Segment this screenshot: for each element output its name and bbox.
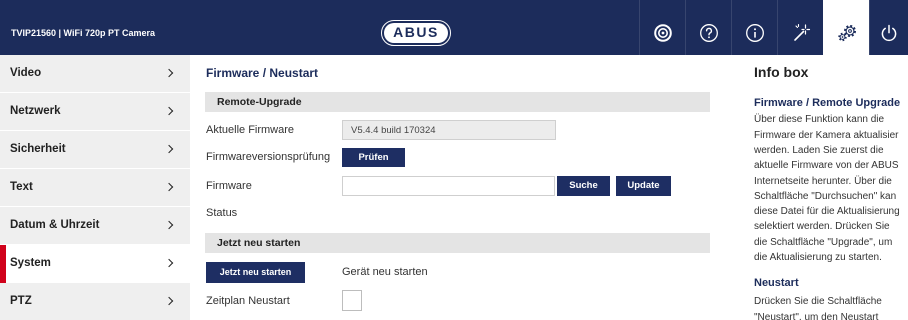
info-text-line: Firmware der Kamera aktualisier: [754, 129, 899, 141]
active-indicator: [0, 245, 6, 283]
settings-button[interactable]: [823, 0, 869, 55]
chevron-right-icon: [164, 144, 174, 154]
info-text-line: selektiert werden. Drücken Sie: [754, 221, 890, 233]
section-title: Remote-Upgrade: [217, 96, 302, 108]
restart-description: Gerät neu starten: [342, 266, 428, 278]
chevron-right-icon: [164, 182, 174, 192]
settings-gears-icon: [837, 25, 856, 42]
info-button[interactable]: [731, 0, 777, 55]
chevron-right-icon: [164, 106, 174, 116]
wizard-button[interactable]: [777, 0, 823, 55]
top-bar: TVIP21560 | WiFi 720p PT Camera ABUS: [0, 0, 908, 55]
chevron-right-icon: [164, 296, 174, 306]
status-label: Status: [206, 207, 238, 219]
info-text-line: werden. Laden Sie zuerst die: [754, 144, 884, 156]
chevron-right-icon: [164, 68, 174, 78]
info-text-line: die Aktualisierung zu starten.: [754, 252, 882, 264]
sidebar-item-text[interactable]: Text: [0, 169, 190, 207]
sidebar-item-system[interactable]: System: [0, 245, 190, 283]
power-icon: [881, 24, 897, 42]
info-text-line: Über diese Funktion kann die: [754, 114, 885, 126]
wizard-wand-icon: [793, 23, 810, 41]
firmware-file-field[interactable]: [342, 176, 555, 196]
power-button[interactable]: [869, 0, 908, 55]
info-text-line: "Neustart", um den Neustart: [754, 311, 879, 320]
current-firmware-field: [342, 120, 556, 140]
sidebar-item-netzwerk[interactable]: Netzwerk: [0, 93, 190, 131]
live-view-icon: [653, 24, 672, 42]
sidebar-item-label: System: [10, 257, 51, 269]
info-box-title: Info box: [754, 64, 809, 80]
browse-button[interactable]: Suche: [557, 176, 610, 196]
version-check-label: Firmwareversionsprüfung: [206, 151, 331, 163]
camera-web-ui: TVIP21560 | WiFi 720p PT Camera ABUS Vid…: [0, 0, 908, 320]
abus-logo: ABUS: [381, 20, 451, 46]
schedule-restart-label: Zeitplan Neustart: [206, 295, 290, 307]
current-firmware-label: Aktuelle Firmware: [206, 124, 295, 136]
info-text-line: Drücken Sie die Schaltfläche: [754, 296, 882, 308]
sidebar-item-sicherheit[interactable]: Sicherheit: [0, 131, 190, 169]
info-heading-restart: Neustart: [754, 277, 799, 289]
sidebar-item-label: Netzwerk: [10, 105, 61, 117]
live-view-button[interactable]: [639, 0, 685, 55]
sidebar-nav: Video Netzwerk Sicherheit Text Datum & U…: [0, 55, 190, 320]
sidebar-item-label: Text: [10, 181, 33, 193]
update-button[interactable]: Update: [616, 176, 671, 196]
info-text-line: Schaltfläche "Durchsuchen" kan: [754, 190, 897, 202]
info-box: Info box Firmware / Remote Upgrade Über …: [745, 55, 908, 320]
section-header-remote-upgrade: Remote-Upgrade: [205, 92, 710, 112]
section-header-restart: Jetzt neu starten: [205, 233, 710, 253]
chevron-right-icon: [164, 220, 174, 230]
abus-logo-text: ABUS: [384, 23, 448, 43]
info-text-line: Internetseite herunter. Über die: [754, 175, 892, 187]
sidebar-item-ptz[interactable]: PTZ: [0, 283, 190, 320]
info-icon: [745, 24, 764, 42]
chevron-right-icon: [164, 258, 174, 268]
restart-now-button[interactable]: Jetzt neu starten: [206, 262, 305, 283]
sidebar-item-datum-uhrzeit[interactable]: Datum & Uhrzeit: [0, 207, 190, 245]
schedule-checkbox[interactable]: [342, 290, 362, 311]
section-title: Jetzt neu starten: [217, 237, 301, 249]
sidebar-item-video[interactable]: Video: [0, 55, 190, 93]
help-icon: [699, 24, 718, 42]
page-title: Firmware / Neustart: [206, 66, 319, 80]
check-version-button[interactable]: Prüfen: [342, 148, 405, 167]
sidebar-item-label: Datum & Uhrzeit: [10, 219, 100, 231]
device-title: TVIP21560 | WiFi 720p PT Camera: [11, 28, 155, 38]
firmware-file-label: Firmware: [206, 180, 252, 192]
info-text-line: diese Datei für die Aktualisierung: [754, 206, 900, 218]
info-heading-firmware: Firmware / Remote Upgrade: [754, 97, 901, 109]
help-button[interactable]: [685, 0, 731, 55]
info-text-line: die Schaltfläche "Upgrade", um: [754, 236, 893, 248]
sidebar-item-label: Video: [10, 67, 42, 79]
info-text-line: aktuelle Firmware von der ABUS: [754, 160, 899, 172]
info-paragraph-firmware: Über diese Funktion kann die Firmware de…: [754, 112, 908, 265]
sidebar-item-label: PTZ: [10, 295, 32, 307]
info-paragraph-restart: Drücken Sie die Schaltfläche "Neustart",…: [754, 294, 908, 320]
sidebar-item-label: Sicherheit: [10, 143, 66, 155]
